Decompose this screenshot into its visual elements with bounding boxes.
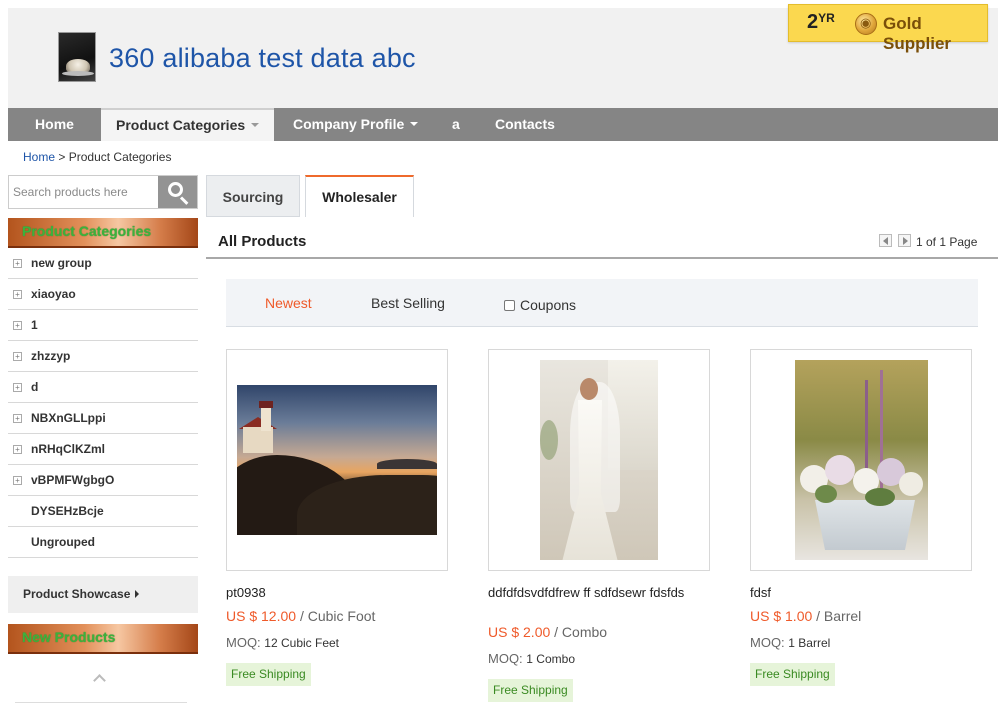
chevron-down-icon: [251, 123, 260, 128]
product-search: [8, 175, 198, 209]
free-shipping-badge: Free Shipping: [226, 663, 311, 686]
caret-right-icon: [135, 589, 140, 598]
sort-filter-bar: Newest Best Selling Coupons: [226, 279, 978, 327]
divider: [206, 257, 998, 259]
sort-newest[interactable]: Newest: [265, 295, 312, 311]
page: 360 alibaba test data abc 2YR Gold Suppl…: [0, 0, 1006, 706]
badge-years: 2YR: [807, 11, 835, 33]
flower-arrangement-photo: [795, 360, 928, 560]
expand-icon[interactable]: +: [13, 290, 22, 299]
product-showcase-toggle[interactable]: Product Showcase: [8, 576, 198, 613]
nav-a[interactable]: a: [452, 108, 472, 141]
main-nav: Home Product Categories Company Profile …: [8, 108, 998, 141]
section-title: All Products: [218, 233, 307, 250]
product-image[interactable]: [226, 349, 448, 571]
search-input[interactable]: [9, 176, 159, 208]
product-price: US $ 1.00 / Barrel: [750, 608, 862, 624]
sort-best-selling[interactable]: Best Selling: [371, 295, 445, 311]
breadcrumb-home[interactable]: Home: [23, 150, 55, 164]
product-image[interactable]: [488, 349, 710, 571]
breadcrumb-separator: >: [58, 150, 66, 164]
gold-medal-icon: [855, 13, 877, 35]
product-name[interactable]: fdsf: [750, 585, 972, 600]
expand-icon[interactable]: +: [13, 445, 22, 454]
search-button[interactable]: [158, 176, 197, 208]
coupons-filter[interactable]: Coupons: [504, 297, 576, 313]
product-price: US $ 2.00 / Combo: [488, 624, 608, 640]
product-price: US $ 12.00 / Cubic Foot: [226, 608, 376, 624]
category-item[interactable]: +1: [8, 310, 198, 341]
gold-supplier-badge[interactable]: 2YR Gold Supplier: [788, 4, 988, 53]
product-moq: MOQ: 12 Cubic Feet: [226, 635, 340, 650]
free-shipping-badge: Free Shipping: [488, 679, 573, 702]
category-item[interactable]: + NBXnGLLppi: [8, 403, 198, 434]
prev-page-button[interactable]: [879, 234, 892, 247]
wedding-dress-photo: [540, 360, 658, 560]
nav-contacts[interactable]: Contacts: [495, 108, 575, 141]
next-page-button[interactable]: [898, 234, 911, 247]
expand-icon[interactable]: +: [13, 321, 22, 330]
product-moq: MOQ: 1 Barrel: [750, 635, 831, 650]
badge-label: Gold Supplier: [883, 14, 952, 53]
expand-icon[interactable]: +: [13, 352, 22, 361]
lighthouse-photo: [237, 385, 437, 535]
nav-home[interactable]: Home: [8, 108, 101, 141]
category-list: + new group + xiaoyao +1 + zhzzyp + d + NBXnG…: [8, 248, 198, 558]
product-image[interactable]: [750, 349, 972, 571]
product-moq: MOQ: 1 Combo: [488, 651, 575, 666]
tab-wholesaler[interactable]: Wholesaler: [305, 175, 414, 217]
nav-company-profile[interactable]: Company Profile: [293, 108, 433, 141]
expand-icon[interactable]: +: [13, 476, 22, 485]
category-item[interactable]: + nRHqClKZml: [8, 434, 198, 465]
new-products-banner: New Products: [8, 624, 198, 654]
product-categories-banner: Product Categories: [8, 218, 198, 248]
expand-icon[interactable]: +: [13, 383, 22, 392]
coupons-checkbox[interactable]: [504, 299, 515, 311]
expand-icon[interactable]: +: [13, 259, 22, 268]
category-item[interactable]: + zhzzyp: [8, 341, 198, 372]
divider: [15, 702, 187, 703]
product-name[interactable]: ddfdfdsvdfdfrew ff sdfdsewr fdsfds: [488, 585, 710, 600]
chevron-down-icon: [410, 122, 419, 127]
breadcrumb: Home > Product Categories: [23, 150, 171, 164]
category-item[interactable]: DYSEHzBcje: [8, 496, 198, 527]
category-item[interactable]: + d: [8, 372, 198, 403]
search-icon: [168, 182, 183, 197]
nav-product-categories[interactable]: Product Categories: [101, 108, 274, 141]
category-item[interactable]: + new group: [8, 248, 198, 279]
chevron-up-icon[interactable]: [93, 672, 105, 684]
logo-plate-image: [62, 71, 94, 76]
expand-icon[interactable]: +: [13, 414, 22, 423]
category-item[interactable]: + xiaoyao: [8, 279, 198, 310]
company-title[interactable]: 360 alibaba test data abc: [109, 43, 416, 74]
category-item[interactable]: Ungrouped: [8, 527, 198, 558]
page-indicator: 1 of 1 Page: [916, 235, 978, 249]
tab-sourcing[interactable]: Sourcing: [206, 175, 300, 217]
breadcrumb-current: Product Categories: [68, 150, 172, 164]
free-shipping-badge: Free Shipping: [750, 663, 835, 686]
company-logo[interactable]: [58, 32, 96, 82]
category-item[interactable]: + vBPMFWgbgO: [8, 465, 198, 496]
product-name[interactable]: pt0938: [226, 585, 448, 600]
